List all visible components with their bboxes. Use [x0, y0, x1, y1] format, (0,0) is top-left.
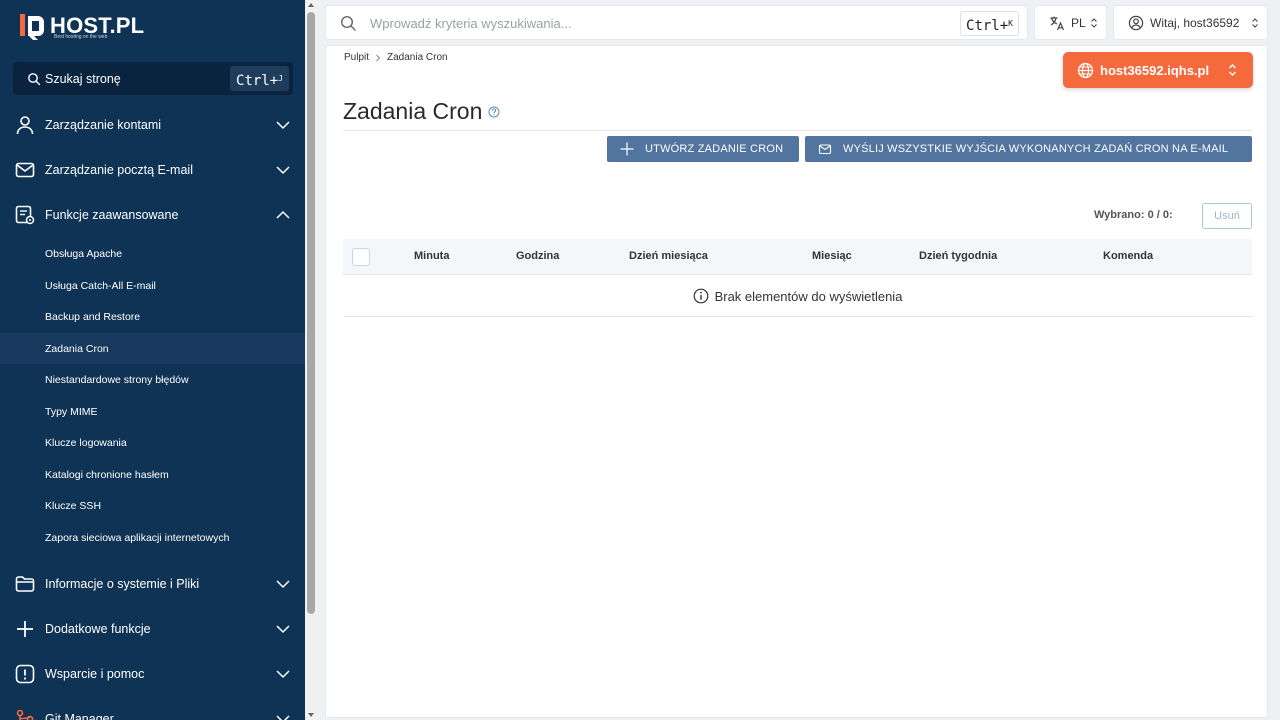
column-header-day-of-month[interactable]: Dzień miesiąca: [629, 250, 708, 262]
sidebar-scrollbar[interactable]: [305, 0, 317, 720]
sidebar-item-ssh-keys[interactable]: Klucze SSH: [0, 490, 305, 521]
sidebar-group-label: Git Manager: [45, 712, 114, 720]
page-title: Zadania Cron: [343, 98, 500, 125]
chevron-down-icon: [276, 121, 290, 130]
column-header-hour[interactable]: Godzina: [516, 250, 559, 262]
sidebar-group-label: Informacje o systemie i Pliki: [45, 577, 200, 591]
sidebar-group-label: Zarządzanie kontami: [45, 118, 162, 132]
sidebar-item-backup[interactable]: Backup and Restore: [0, 301, 305, 332]
sidebar-group-support[interactable]: Wsparcie i pomoc: [0, 659, 305, 689]
sidebar-search[interactable]: Szukaj stronę Ctrl+J: [13, 62, 293, 95]
info-icon: [693, 288, 708, 304]
sidebar-item-catch-all[interactable]: Usługa Catch-All E-mail: [0, 270, 305, 301]
translate-icon: [1050, 16, 1065, 30]
global-search-shortcut: Ctrl+K: [960, 11, 1019, 36]
sidebar-group-system[interactable]: Informacje o systemie i Pliki: [0, 569, 305, 599]
breadcrumb-home[interactable]: Pulpit: [344, 52, 369, 63]
sidebar-item-error-pages[interactable]: Niestandardowe strony błędów: [0, 364, 305, 395]
sidebar-group-mail[interactable]: Zarządzanie pocztą E-mail: [0, 155, 305, 185]
table-header: Minuta Godzina Dzień miesiąca Miesiąc Dz…: [343, 239, 1252, 275]
language-select[interactable]: PL: [1034, 5, 1107, 40]
sidebar-group-advanced[interactable]: Funkcje zaawansowane: [0, 200, 305, 230]
chevron-down-icon: [276, 166, 290, 175]
brand-tagline: Best hosting on the web: [54, 34, 108, 40]
host-logo-icon: [20, 14, 44, 40]
sidebar-group-label: Funkcje zaawansowane: [45, 208, 179, 222]
send-outputs-email-button[interactable]: WYŚLIJ WSZYSTKIE WYJŚCIA WYKONANYCH ZADA…: [805, 136, 1252, 162]
empty-message: Brak elementów do wyświetlenia: [714, 288, 903, 304]
alert-icon: [15, 664, 35, 684]
search-icon: [340, 15, 356, 31]
sidebar-group-label: Zarządzanie pocztą E-mail: [45, 163, 193, 177]
column-header-month[interactable]: Miesiąc: [812, 250, 852, 262]
user-icon: [16, 116, 34, 135]
selected-count: Wybrano: 0 / 0:: [1094, 209, 1173, 221]
title-divider: [343, 130, 1252, 131]
sidebar-item-mime[interactable]: Typy MIME: [0, 396, 305, 427]
mail-icon: [15, 162, 35, 178]
chevron-down-icon: [276, 670, 290, 679]
chevron-up-icon: [276, 210, 290, 219]
scroll-down-arrow-icon[interactable]: [308, 713, 314, 717]
sidebar-group-extra[interactable]: Dodatkowe funkcje: [0, 614, 305, 644]
mail-icon: [818, 144, 832, 155]
sidebar-item-cron[interactable]: Zadania Cron: [0, 333, 305, 364]
globe-icon: [1077, 62, 1094, 78]
sidebar-search-shortcut: Ctrl+J: [230, 66, 289, 91]
logo[interactable]: HOST.PL Best hosting on the web: [20, 10, 144, 42]
chevron-down-icon: [276, 580, 290, 589]
git-icon: [16, 709, 34, 720]
help-icon[interactable]: [488, 106, 500, 118]
sidebar: HOST.PL Best hosting on the web Szukaj s…: [0, 0, 305, 720]
sidebar-item-login-keys[interactable]: Klucze logowania: [0, 427, 305, 458]
create-cron-button[interactable]: UTWÓRZ ZADANIE CRON: [607, 136, 799, 162]
scroll-up-arrow-icon[interactable]: [308, 3, 314, 7]
chevron-up-down-icon: [1091, 18, 1097, 28]
column-header-minute[interactable]: Minuta: [414, 250, 449, 262]
sidebar-item-protected-dirs[interactable]: Katalogi chronione hasłem: [0, 459, 305, 490]
user-greeting: Witaj, host36592: [1150, 15, 1240, 30]
sidebar-group-accounts[interactable]: Zarządzanie kontami: [0, 110, 305, 140]
chevron-up-down-icon: [1229, 64, 1236, 76]
user-circle-icon: [1128, 15, 1144, 30]
sidebar-item-waf[interactable]: Zapora sieciowa aplikacji internetowych: [0, 522, 305, 553]
user-menu[interactable]: Witaj, host36592: [1113, 5, 1268, 40]
chevron-down-icon: [276, 625, 290, 634]
column-header-command[interactable]: Komenda: [1103, 250, 1153, 262]
user-gear-icon: [15, 205, 35, 225]
chevron-right-icon: [376, 54, 381, 61]
chevron-up-down-icon: [1252, 18, 1258, 28]
sidebar-search-label: Szukaj stronę: [45, 71, 121, 86]
delete-button[interactable]: Usuń: [1202, 203, 1252, 229]
table-empty-row: Brak elementów do wyświetlenia: [343, 276, 1252, 317]
main-content: Pulpit Zadania Cron host36592.iqhs.pl Za…: [325, 45, 1268, 718]
global-search-input[interactable]: [370, 12, 930, 34]
column-header-day-of-week[interactable]: Dzień tygodnia: [919, 250, 997, 262]
domain-name: host36592.iqhs.pl: [1100, 62, 1210, 78]
global-search[interactable]: Ctrl+K: [325, 5, 1028, 40]
select-all-checkbox[interactable]: [352, 248, 370, 266]
sidebar-item-apache[interactable]: Obsługa Apache: [0, 238, 305, 269]
domain-selector[interactable]: host36592.iqhs.pl: [1063, 52, 1253, 88]
breadcrumb: Pulpit Zadania Cron: [344, 52, 448, 63]
plus-icon: [620, 142, 634, 156]
scrollbar-thumb[interactable]: [307, 12, 315, 614]
sidebar-group-git[interactable]: Git Manager: [0, 704, 305, 720]
breadcrumb-current: Zadania Cron: [387, 52, 448, 63]
chevron-down-icon: [276, 715, 290, 720]
language-label: PL: [1071, 15, 1086, 30]
search-icon: [28, 72, 41, 85]
plus-icon: [17, 621, 33, 637]
sidebar-group-label: Dodatkowe funkcje: [45, 622, 151, 636]
folder-icon: [15, 576, 35, 592]
sidebar-group-label: Wsparcie i pomoc: [45, 667, 145, 681]
